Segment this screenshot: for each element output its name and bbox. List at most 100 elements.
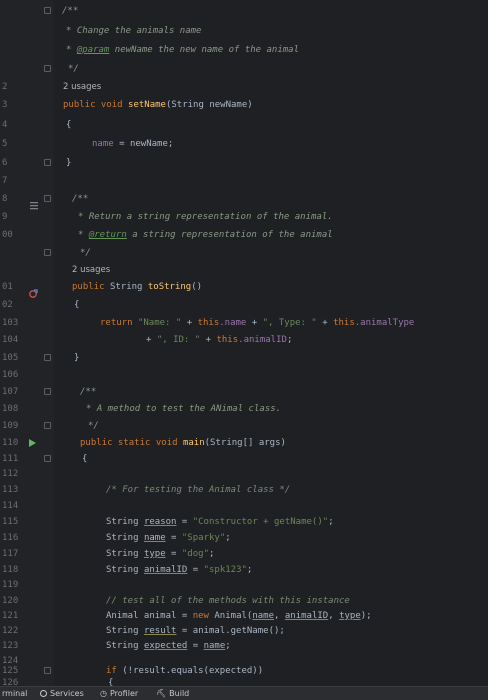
constructor-call: Animal( bbox=[214, 611, 253, 621]
code-line[interactable]: 00 * @return a string representation of … bbox=[0, 228, 488, 243]
method-name: toString bbox=[147, 282, 192, 292]
line-number: 6 bbox=[2, 158, 8, 168]
build-tab[interactable]: ⛏ Build bbox=[156, 689, 189, 699]
code-line[interactable]: 5 name = newName; bbox=[0, 137, 488, 152]
override-icon[interactable] bbox=[29, 283, 38, 298]
keyword: public bbox=[72, 282, 110, 292]
line-number: 5 bbox=[2, 139, 8, 149]
brace: { bbox=[66, 120, 72, 130]
fold-icon[interactable] bbox=[44, 388, 51, 395]
operator: + bbox=[146, 335, 157, 345]
code-line[interactable]: */ bbox=[0, 246, 488, 261]
string-literal: ", Type: " bbox=[262, 318, 317, 328]
code-line[interactable]: 122 String result = animal.getName(); bbox=[0, 624, 488, 639]
fold-icon[interactable] bbox=[44, 249, 51, 256]
brace: { bbox=[82, 454, 88, 464]
profiler-tab[interactable]: ◷ Profiler bbox=[100, 689, 138, 699]
operator: = bbox=[165, 533, 182, 543]
code-line[interactable]: 109 */ bbox=[0, 419, 488, 434]
code-line[interactable]: * @param newName the new name of the ani… bbox=[0, 43, 488, 58]
declaration: String name = "Sparky"; bbox=[106, 531, 231, 546]
line-number: 00 bbox=[2, 230, 13, 240]
code-editor[interactable]: /** * Change the animals name * @param n… bbox=[0, 0, 488, 700]
javadoc-star: * bbox=[86, 404, 97, 414]
javadoc-text: newName the new name of the animal bbox=[109, 45, 300, 55]
code-line[interactable]: 113 /* For testing the Animal class */ bbox=[0, 483, 488, 498]
keyword: this bbox=[197, 318, 220, 328]
variable: animalID bbox=[284, 611, 329, 621]
line-number: 113 bbox=[2, 485, 19, 495]
code-line[interactable]: 7 bbox=[0, 174, 488, 189]
code-line[interactable]: 123 String expected = name; bbox=[0, 639, 488, 654]
condition: (!result.equals(expected)) bbox=[122, 666, 264, 676]
code-line[interactable]: 120 // test all of the methods with this… bbox=[0, 594, 488, 609]
variable: result bbox=[143, 626, 177, 636]
code-line[interactable]: 111 { bbox=[0, 452, 488, 467]
code-line[interactable]: 121 Animal animal = new Animal(name, ani… bbox=[0, 609, 488, 624]
fold-icon[interactable] bbox=[44, 667, 51, 674]
javadoc-line: * Change the animals name bbox=[66, 24, 201, 39]
code-line[interactable]: * Change the animals name bbox=[0, 24, 488, 39]
code-line[interactable]: 108 * A method to test the ANimal class. bbox=[0, 402, 488, 417]
code-line[interactable]: 106 bbox=[0, 368, 488, 383]
javadoc-text: A method to test the ANimal class. bbox=[96, 404, 282, 414]
code-line[interactable]: 02 { bbox=[0, 298, 488, 313]
fold-icon[interactable] bbox=[44, 195, 51, 202]
code-line[interactable]: 119 bbox=[0, 578, 488, 593]
code-line[interactable]: 112 bbox=[0, 467, 488, 482]
semicolon: ; bbox=[208, 549, 215, 559]
line-number: 116 bbox=[2, 533, 19, 543]
code-line[interactable]: 104 + ", ID: " + this.animalID; bbox=[0, 333, 488, 348]
fold-icon[interactable] bbox=[44, 159, 51, 166]
code-line[interactable]: 115 String reason = "Constructor + getNa… bbox=[0, 515, 488, 530]
line-number: 107 bbox=[2, 387, 19, 397]
code-line[interactable]: 116 String name = "Sparky"; bbox=[0, 531, 488, 546]
fold-icon[interactable] bbox=[44, 65, 51, 72]
services-tab[interactable]: Services bbox=[40, 689, 84, 699]
code-line[interactable]: 114 bbox=[0, 499, 488, 514]
variable: name bbox=[252, 611, 275, 621]
javadoc-start: /** bbox=[62, 6, 79, 16]
javadoc-tag: @param bbox=[76, 45, 110, 55]
code-line[interactable]: 01 public String toString() bbox=[0, 280, 488, 298]
code-line[interactable]: */ bbox=[0, 62, 488, 77]
code-line[interactable]: 103 return "Name: " + this.name + ", Typ… bbox=[0, 316, 488, 331]
fold-icon[interactable] bbox=[44, 354, 51, 361]
fold-icon[interactable] bbox=[44, 422, 51, 429]
method-name: main bbox=[182, 438, 205, 448]
code-line[interactable]: 105 } bbox=[0, 351, 488, 366]
method-signature: public static void main(String[] args) bbox=[80, 436, 286, 451]
line-number: 122 bbox=[2, 626, 19, 636]
code-line[interactable]: 9 * Return a string representation of th… bbox=[0, 210, 488, 225]
run-icon[interactable] bbox=[29, 439, 36, 447]
usages-hint[interactable]: 2 usages bbox=[63, 80, 101, 95]
usages-hint[interactable]: 2 usages bbox=[72, 263, 110, 278]
line-number: 108 bbox=[2, 404, 19, 414]
code-line[interactable]: 3 public void setName(String newName) bbox=[0, 98, 488, 113]
terminal-tab[interactable]: rminal bbox=[2, 689, 27, 699]
fold-icon[interactable] bbox=[44, 7, 51, 14]
line-number: 121 bbox=[2, 611, 19, 621]
usages-line[interactable]: 2 usages bbox=[0, 263, 488, 278]
javadoc-text: Return a string representation of the an… bbox=[88, 212, 333, 222]
line-number: 109 bbox=[2, 421, 19, 431]
continuation: + ", ID: " + this.animalID; bbox=[146, 333, 292, 348]
line-number: 3 bbox=[2, 100, 8, 110]
javadoc-end: */ bbox=[88, 421, 99, 431]
code-line[interactable]: /** bbox=[0, 4, 488, 19]
code-line[interactable]: 107 /** bbox=[0, 385, 488, 400]
structure-icon[interactable] bbox=[30, 195, 38, 210]
variable: reason bbox=[143, 517, 177, 527]
code-line[interactable]: 117 String type = "dog"; bbox=[0, 547, 488, 562]
code-line[interactable]: 8 /** bbox=[0, 192, 488, 210]
declaration: String animalID = "spk123"; bbox=[106, 563, 252, 578]
usages-line[interactable]: 2 2 usages bbox=[0, 80, 488, 95]
field: .name bbox=[219, 318, 247, 328]
code-line[interactable]: 118 String animalID = "spk123"; bbox=[0, 563, 488, 578]
code-line[interactable]: 4 { bbox=[0, 118, 488, 133]
code-line[interactable]: 6 } bbox=[0, 156, 488, 171]
javadoc-tag: @return bbox=[88, 230, 127, 240]
fold-icon[interactable] bbox=[44, 455, 51, 462]
code-line[interactable]: 110 public static void main(String[] arg… bbox=[0, 436, 488, 451]
javadoc-start: /** bbox=[80, 387, 97, 397]
